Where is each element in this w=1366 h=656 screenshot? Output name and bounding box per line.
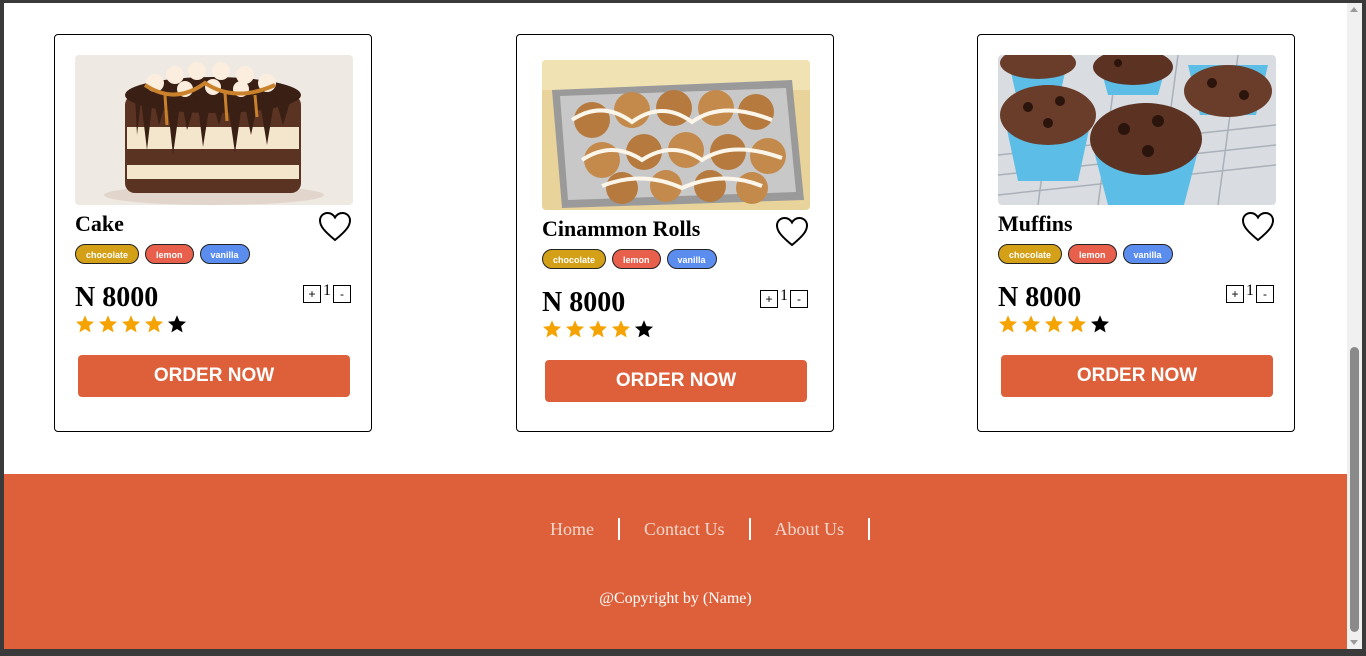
- star-filled-icon: [1045, 315, 1063, 333]
- quantity-value: 1: [780, 287, 788, 304]
- footer-link-home[interactable]: Home: [526, 519, 618, 540]
- tag-vanilla[interactable]: vanilla: [666, 249, 717, 269]
- star-filled-icon: [1022, 315, 1040, 333]
- tag-lemon[interactable]: lemon: [145, 244, 194, 264]
- star-empty-icon: [168, 315, 186, 333]
- quantity-minus-button[interactable]: -: [333, 285, 351, 303]
- quantity-plus-button[interactable]: +: [760, 290, 778, 308]
- star-filled-icon: [543, 320, 561, 338]
- scrollbar-thumb[interactable]: [1350, 347, 1359, 632]
- star-empty-icon: [635, 320, 653, 338]
- star-filled-icon: [612, 320, 630, 338]
- tag-list: chocolate lemon vanilla: [998, 244, 1173, 264]
- tag-lemon[interactable]: lemon: [612, 249, 661, 269]
- star-empty-icon: [1091, 315, 1109, 333]
- quantity-minus-button[interactable]: -: [790, 290, 808, 308]
- quantity-stepper: + 1 -: [303, 282, 351, 303]
- scroll-down-arrow-icon[interactable]: [1350, 640, 1358, 645]
- product-title: Cake: [75, 211, 124, 236]
- star-filled-icon: [99, 315, 117, 333]
- tag-lemon[interactable]: lemon: [1068, 244, 1117, 264]
- nav-divider: [868, 518, 871, 540]
- quantity-plus-button[interactable]: +: [303, 285, 321, 303]
- product-card-muffins: Muffins chocolate lemon vanilla N 8000 +…: [977, 34, 1295, 432]
- quantity-plus-button[interactable]: +: [1226, 285, 1244, 303]
- product-price: N 8000: [542, 287, 626, 318]
- tag-chocolate[interactable]: chocolate: [998, 244, 1063, 264]
- tag-chocolate[interactable]: chocolate: [542, 249, 607, 269]
- copyright-text: @Copyright by (Name): [599, 590, 752, 607]
- heart-icon[interactable]: [1241, 211, 1275, 243]
- page-viewport: Cake chocolate lemon vanilla N 8000 + 1 …: [4, 3, 1347, 649]
- product-card-cake: Cake chocolate lemon vanilla N 8000 + 1 …: [54, 34, 372, 432]
- star-filled-icon: [1068, 315, 1086, 333]
- cinnamon-rolls-image: [542, 60, 810, 210]
- star-filled-icon: [122, 315, 140, 333]
- rating-stars: [998, 314, 1110, 334]
- footer-link-contact-us[interactable]: Contact Us: [620, 519, 749, 540]
- product-price: N 8000: [75, 282, 159, 313]
- scroll-up-arrow-icon[interactable]: [1350, 7, 1358, 12]
- tag-list: chocolate lemon vanilla: [542, 249, 717, 269]
- quantity-value: 1: [323, 282, 331, 299]
- product-title: Muffins: [998, 211, 1073, 236]
- heart-icon[interactable]: [775, 216, 809, 248]
- quantity-minus-button[interactable]: -: [1256, 285, 1274, 303]
- quantity-stepper: + 1 -: [1226, 282, 1274, 303]
- rating-stars: [542, 319, 654, 339]
- tag-vanilla[interactable]: vanilla: [1122, 244, 1173, 264]
- star-filled-icon: [566, 320, 584, 338]
- star-filled-icon: [145, 315, 163, 333]
- tag-chocolate[interactable]: chocolate: [75, 244, 140, 264]
- order-now-button[interactable]: ORDER NOW: [78, 355, 350, 397]
- product-card-cinammon-rolls: Cinammon Rolls chocolate lemon vanilla N…: [516, 34, 834, 432]
- product-title: Cinammon Rolls: [542, 216, 701, 241]
- quantity-stepper: + 1 -: [760, 287, 808, 308]
- rating-stars: [75, 314, 187, 334]
- product-price: N 8000: [998, 282, 1082, 313]
- quantity-value: 1: [1246, 282, 1254, 299]
- vertical-scrollbar[interactable]: [1347, 3, 1362, 649]
- footer-nav: Home Contact Us About Us: [526, 518, 871, 540]
- heart-icon[interactable]: [318, 211, 352, 243]
- site-footer: Home Contact Us About Us @Copyright by (…: [4, 474, 1347, 649]
- tag-vanilla[interactable]: vanilla: [199, 244, 250, 264]
- star-filled-icon: [999, 315, 1017, 333]
- footer-link-about-us[interactable]: About Us: [751, 519, 869, 540]
- cake-image: [75, 55, 353, 205]
- tag-list: chocolate lemon vanilla: [75, 244, 250, 264]
- order-now-button[interactable]: ORDER NOW: [545, 360, 807, 402]
- muffins-image: [998, 55, 1276, 205]
- star-filled-icon: [76, 315, 94, 333]
- order-now-button[interactable]: ORDER NOW: [1001, 355, 1273, 397]
- star-filled-icon: [589, 320, 607, 338]
